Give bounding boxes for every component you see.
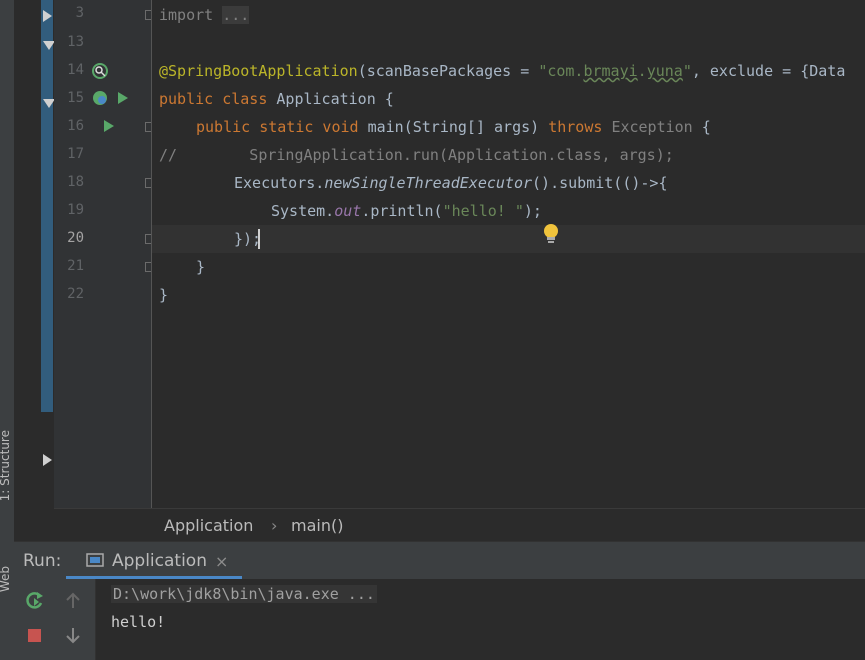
console-output-line: hello! [111,613,166,631]
application-config-icon [86,552,104,572]
string-literal: "com. [538,62,584,80]
code-text: , exclude = {Data [691,62,846,80]
scroll-up-icon[interactable] [65,591,81,613]
string-literal: brmayi [583,62,638,80]
expand-arrow-icon[interactable] [43,454,52,466]
text-caret [258,229,260,249]
keyword: public static void [196,118,368,136]
spring-boot-icon[interactable] [91,89,109,111]
code-line-18: Executors.newSingleThreadExecutor().subm… [234,173,668,193]
breadcrumb-method[interactable]: main() [291,516,343,535]
run-tab-application[interactable]: Application [112,551,207,571]
breadcrumb: Application › main() [54,508,865,542]
console-command-line: D:\work\jdk8\bin\java.exe ... [111,585,377,603]
code-text: main(String[] args) [367,118,549,136]
string-literal: yuna [646,62,683,80]
annotation: @SpringBootApplication [159,62,358,80]
static-method: newSingleThreadExecutor [324,174,533,192]
spring-bean-icon[interactable] [91,62,109,84]
code-text: System. [271,202,335,220]
code-text: ().submit(()->{ [532,174,668,192]
line-number: 19 [67,202,84,218]
run-panel-header: Run: Application × [14,541,865,580]
code-line-19: System.out.println("hello! "); [271,201,542,221]
scroll-down-icon[interactable] [65,627,81,649]
expand-arrow-icon[interactable] [43,10,52,22]
line-number: 17 [67,146,84,162]
code-line-22: } [159,286,169,304]
code-text: Executors. [234,174,325,192]
folded-imports[interactable]: ... [222,6,250,24]
code-text: ); [523,202,542,220]
tool-window-strip: 1: Structure Web [0,0,14,660]
code-text: (scanBasePackages = [357,62,539,80]
breadcrumb-class[interactable]: Application [164,516,253,535]
stop-icon[interactable] [28,629,41,642]
line-number: 18 [67,174,84,190]
run-main-icon[interactable] [104,120,114,132]
code-line-15: public class Application { [159,89,394,109]
keyword: throws [548,118,612,136]
close-tab-icon[interactable]: × [215,552,228,571]
run-label: Run: [23,551,62,571]
line-number: 13 [67,34,84,50]
code-text: Application { [276,90,394,108]
code-text: .println( [361,202,443,220]
exception-type: Exception [611,118,693,136]
breadcrumb-separator: › [271,516,278,535]
code-line-14: @SpringBootApplication(scanBasePackages … [159,61,845,81]
code-line-16: public static void main(String[] args) t… [196,117,711,137]
code-line-21: } [196,258,206,276]
line-number: 15 [67,90,84,106]
string-literal: "hello! " [442,202,524,220]
string-literal: " [682,62,692,80]
project-panel-scrollbar[interactable] [41,0,53,412]
code-line-3: import ... [159,5,250,25]
code-text: { [692,118,711,136]
line-number: 21 [67,258,84,274]
line-number: 3 [75,5,84,21]
line-number: 20 [67,230,84,246]
run-class-icon[interactable] [118,92,128,104]
line-number: 22 [67,286,84,302]
code-line-17: // SpringApplication.run(Application.cla… [159,146,674,164]
line-number: 16 [67,118,84,134]
string-literal: . [637,62,647,80]
lightbulb-icon[interactable] [542,223,560,249]
line-number: 14 [67,62,84,78]
keyword: public class [159,90,277,108]
run-toolbar [14,579,96,660]
import-keyword: import [159,6,214,24]
static-field: out [334,202,362,220]
rerun-icon[interactable] [25,590,45,614]
